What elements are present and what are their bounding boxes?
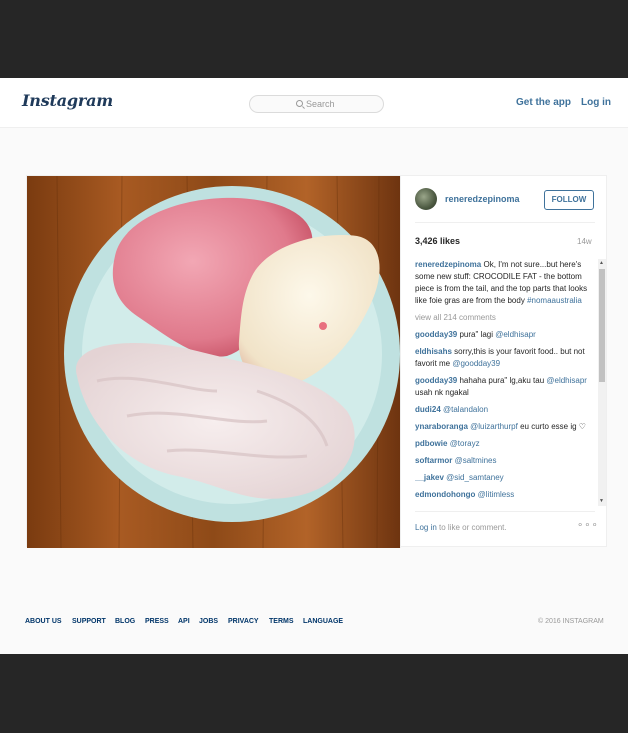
- login-link[interactable]: Log in: [581, 97, 611, 108]
- post-photo-image: [27, 176, 400, 548]
- footer-link-about[interactable]: ABOUT US: [25, 618, 62, 625]
- footer-link-privacy[interactable]: PRIVACY: [228, 618, 259, 625]
- footer: ABOUT US SUPPORT BLOG PRESS API JOBS PRI…: [25, 618, 608, 632]
- follow-button[interactable]: FOLLOW: [544, 190, 594, 210]
- login-to-comment: Log in to like or comment.: [415, 523, 507, 532]
- comment: ynaraboranga @luizarthurpf eu curto esse…: [415, 422, 586, 431]
- comment: softarmor @saltmines: [415, 456, 497, 465]
- footer-link-terms[interactable]: TERMS: [269, 618, 294, 625]
- comments-scrollbar[interactable]: ▲ ▼: [598, 259, 606, 506]
- caption-user[interactable]: reneredzepinoma: [415, 260, 481, 269]
- post-card: reneredzepinoma FOLLOW 3,426 likes 14w r…: [26, 175, 608, 548]
- post-sidebar: reneredzepinoma FOLLOW 3,426 likes 14w r…: [400, 176, 608, 548]
- more-options-icon[interactable]: ∘∘∘: [577, 520, 599, 531]
- search-icon: [296, 100, 303, 107]
- comments-list[interactable]: reneredzepinoma Ok, I'm not sure...but h…: [415, 259, 593, 506]
- search-input[interactable]: Search: [249, 95, 384, 113]
- comment: dudi24 @talandalon: [415, 405, 489, 414]
- scroll-down-icon[interactable]: ▼: [599, 498, 604, 504]
- comment: pdbowie @torayz: [415, 439, 480, 448]
- comment: goodday39 pura" lagi @eldhisapr: [415, 330, 536, 339]
- owner-username[interactable]: reneredzepinoma: [445, 194, 520, 204]
- top-nav: Instagram Search Get the app Log in: [0, 78, 628, 128]
- divider: [415, 511, 595, 512]
- search-placeholder: Search: [306, 99, 335, 109]
- post-age: 14w: [577, 237, 592, 246]
- scrollbar-thumb[interactable]: [599, 269, 605, 382]
- footer-link-press[interactable]: PRESS: [145, 618, 169, 625]
- comment: __jakev @sid_samtaney: [415, 473, 504, 482]
- copyright: © 2016 INSTAGRAM: [538, 618, 604, 625]
- login-link-inline[interactable]: Log in: [415, 523, 437, 532]
- likes-count[interactable]: 3,426 likes: [415, 236, 460, 246]
- view-all-comments[interactable]: view all 214 comments: [415, 312, 593, 324]
- comment: edmondohongo @litimless: [415, 490, 515, 499]
- owner-avatar[interactable]: [415, 188, 437, 210]
- caption-hashtag[interactable]: #nomaaustralia: [527, 296, 582, 305]
- scroll-up-icon[interactable]: ▲: [599, 260, 604, 266]
- footer-link-jobs[interactable]: JOBS: [199, 618, 218, 625]
- instagram-page: Instagram Search Get the app Log in rene…: [0, 78, 628, 654]
- comment: goodday39 hahaha pura" lg,aku tau @eldhi…: [415, 376, 587, 397]
- comment: eldhisahs sorry,this is your favorit foo…: [415, 347, 585, 368]
- footer-link-api[interactable]: API: [178, 618, 190, 625]
- divider: [415, 222, 595, 223]
- post-photo[interactable]: [27, 176, 400, 548]
- bottom-dark-frame: [0, 654, 628, 733]
- footer-link-support[interactable]: SUPPORT: [72, 618, 106, 625]
- top-dark-frame: [0, 0, 628, 78]
- get-the-app-link[interactable]: Get the app: [516, 97, 571, 108]
- instagram-logo[interactable]: Instagram: [22, 91, 113, 110]
- footer-link-language[interactable]: LANGUAGE: [303, 618, 343, 625]
- caption: reneredzepinoma Ok, I'm not sure...but h…: [415, 259, 593, 307]
- footer-link-blog[interactable]: BLOG: [115, 618, 135, 625]
